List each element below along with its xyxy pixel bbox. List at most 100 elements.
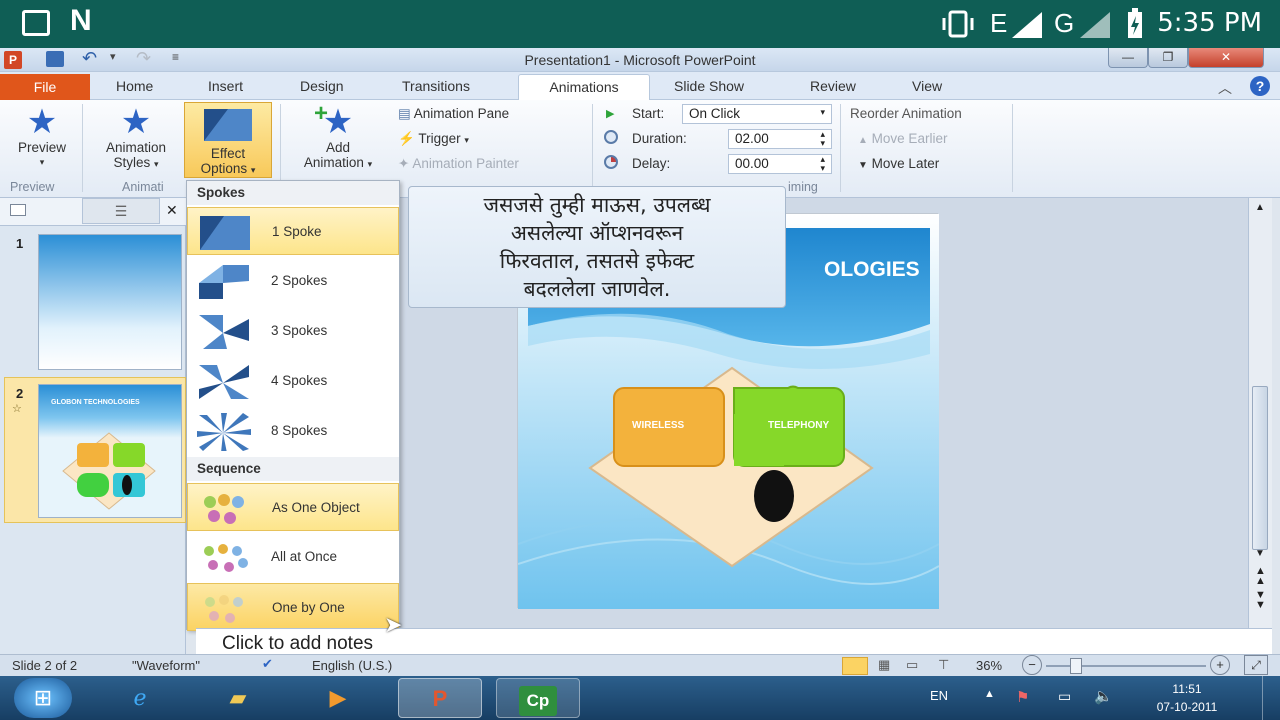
slide-vertical-scrollbar[interactable]: ▲ ▼ ▲ ▲ ▼ ▼: [1248, 198, 1272, 628]
scroll-thumb[interactable]: [1252, 386, 1268, 550]
up-arrow-icon: ▲: [858, 135, 868, 146]
animation-painter-button: ✦ Animation Painter: [398, 156, 519, 172]
next-slide-icon[interactable]: ▼ ▼: [1255, 590, 1266, 611]
spinner-arrows-icon[interactable]: ▴ ▾: [820, 130, 825, 148]
start-select[interactable]: On Click ▾: [682, 104, 832, 124]
as-one-object-icon: [204, 494, 244, 524]
slides-tab-icon[interactable]: [10, 204, 26, 216]
slide-sorter-icon[interactable]: ▦: [878, 657, 890, 673]
tab-animations[interactable]: Animations: [518, 74, 650, 100]
captivate-taskbar-button[interactable]: Cp: [496, 678, 580, 718]
animation-styles-star-icon: ★: [120, 103, 152, 141]
add-animation-line1: Add: [325, 140, 351, 155]
menu-item-one-by-one[interactable]: One by One: [187, 583, 399, 631]
clock-date[interactable]: 07-10-2011: [1146, 700, 1228, 714]
tab-slide-show[interactable]: Slide Show: [674, 78, 744, 100]
tab-review[interactable]: Review: [810, 78, 856, 100]
tab-home[interactable]: Home: [116, 78, 153, 100]
effect-options-menu: Spokes 1 Spoke 2 Spokes 3 Spokes 4 Spoke…: [186, 180, 400, 631]
internet-explorer-icon[interactable]: ℯ: [108, 678, 172, 718]
app-status-bar: Slide 2 of 2 "Waveform" ✔ English (U.S.)…: [0, 654, 1280, 676]
delay-spinner[interactable]: 00.00 ▴ ▾: [728, 154, 832, 174]
move-earlier-button: ▲ Move Earlier: [858, 131, 947, 146]
spoke-3-icon: [199, 315, 249, 349]
file-explorer-icon[interactable]: ▰: [206, 678, 270, 718]
vibrate-icon: [940, 10, 976, 38]
outline-tab-icon[interactable]: ☰: [82, 198, 160, 224]
clock-time[interactable]: 11:51: [1146, 682, 1228, 696]
ribbon-tabs: Home Insert Design Transitions Animation…: [0, 72, 1280, 100]
theme-name: "Waveform": [132, 658, 200, 673]
close-button[interactable]: ✕: [1188, 48, 1264, 68]
gallery-icon: [22, 10, 50, 36]
android-status-bar: N E G 5:35 PM: [0, 0, 1280, 48]
menu-item-label: All at Once: [271, 549, 338, 564]
captivate-label: Cp: [519, 686, 557, 716]
start-value: On Click: [689, 106, 741, 121]
slide-box-wireless[interactable]: WIRELESS: [632, 420, 684, 431]
caption-line-4: बदललेला जाणवेल.: [523, 277, 671, 301]
volume-icon[interactable]: 🔈: [1094, 687, 1113, 705]
scroll-down-icon[interactable]: ▼: [1255, 548, 1265, 559]
slide-show-view-icon[interactable]: ⊤: [938, 657, 949, 673]
menu-item-1-spoke[interactable]: 1 Spoke: [187, 207, 399, 255]
spinner-arrows-icon[interactable]: ▴ ▾: [820, 155, 825, 173]
add-animation-button[interactable]: ★ + Add Animation ▾: [286, 100, 390, 176]
duration-spinner[interactable]: 02.00 ▴ ▾: [728, 129, 832, 149]
start-button[interactable]: ⊞: [14, 678, 72, 718]
notes-pane[interactable]: Click to add notes: [196, 628, 1272, 654]
menu-item-3-spokes[interactable]: 3 Spokes: [187, 307, 399, 355]
zoom-level[interactable]: 36%: [976, 658, 1002, 673]
menu-item-as-one-object[interactable]: As One Object: [187, 483, 399, 531]
animation-styles-line2: Styles: [113, 155, 151, 170]
spellcheck-icon[interactable]: ✔: [262, 656, 273, 672]
minimize-ribbon-icon[interactable]: ︿: [1218, 78, 1232, 98]
slide-thumbnail-2[interactable]: GLOBON TECHNOLOGIES: [38, 384, 182, 518]
animation-pane-button[interactable]: ▤ Animation Pane: [398, 106, 509, 122]
media-player-icon[interactable]: ▶: [306, 678, 370, 718]
trigger-button[interactable]: ⚡ Trigger ▾: [398, 131, 469, 147]
move-later-button[interactable]: ▼ Move Later: [858, 156, 939, 171]
action-center-flag-icon[interactable]: ⚑: [1016, 688, 1029, 706]
thumb-slide-title: GLOBON TECHNOLOGIES: [51, 399, 140, 406]
normal-view-icon[interactable]: [842, 657, 868, 675]
tab-file[interactable]: File: [0, 74, 90, 100]
input-language[interactable]: EN: [930, 688, 948, 703]
network-icon[interactable]: ▭: [1058, 688, 1071, 705]
menu-item-all-at-once[interactable]: All at Once: [187, 533, 399, 581]
network-type-1: E: [990, 8, 1008, 38]
previous-slide-icon[interactable]: ▲ ▲: [1255, 566, 1266, 587]
battery-charging-icon: [1126, 8, 1144, 43]
slide-box-telephony[interactable]: TELEPHONY: [768, 420, 829, 431]
animation-styles-button[interactable]: ★ Animation Styles ▾: [90, 104, 182, 176]
menu-item-4-spokes[interactable]: 4 Spokes: [187, 357, 399, 405]
tab-transitions[interactable]: Transitions: [402, 78, 470, 100]
scroll-up-icon[interactable]: ▲: [1255, 202, 1265, 213]
menu-item-label: 4 Spokes: [271, 373, 328, 388]
close-panel-icon[interactable]: ✕: [166, 202, 178, 219]
zoom-in-icon[interactable]: +: [1210, 655, 1230, 675]
zoom-slider-thumb[interactable]: [1070, 658, 1082, 674]
tab-insert[interactable]: Insert: [208, 78, 243, 100]
tab-view[interactable]: View: [912, 78, 942, 100]
preview-button[interactable]: ★ Preview ▾: [6, 104, 78, 176]
fit-to-window-icon[interactable]: ⤢: [1244, 655, 1268, 675]
duration-value: 02.00: [735, 131, 769, 146]
menu-item-2-spokes[interactable]: 2 Spokes: [187, 257, 399, 305]
play-icon: ▶: [606, 108, 615, 120]
minimize-button[interactable]: —: [1108, 48, 1148, 68]
show-hidden-icons-icon[interactable]: ▲: [984, 688, 995, 700]
show-desktop-button[interactable]: [1262, 676, 1280, 720]
chevron-down-icon: ▾: [250, 165, 256, 175]
language[interactable]: English (U.S.): [312, 658, 392, 673]
slide-thumbnail-1[interactable]: [38, 234, 182, 370]
reading-view-icon[interactable]: ▭: [906, 657, 918, 673]
maximize-button[interactable]: ❐: [1148, 48, 1188, 68]
powerpoint-taskbar-icon[interactable]: P: [398, 678, 482, 718]
network-type-2: G: [1054, 8, 1075, 38]
help-icon[interactable]: ?: [1250, 76, 1270, 96]
menu-item-8-spokes[interactable]: 8 Spokes: [187, 407, 399, 455]
effect-options-button[interactable]: Effect Options ▾: [184, 102, 272, 178]
mouse-cursor-icon: ➤: [384, 612, 403, 637]
zoom-out-icon[interactable]: −: [1022, 655, 1042, 675]
